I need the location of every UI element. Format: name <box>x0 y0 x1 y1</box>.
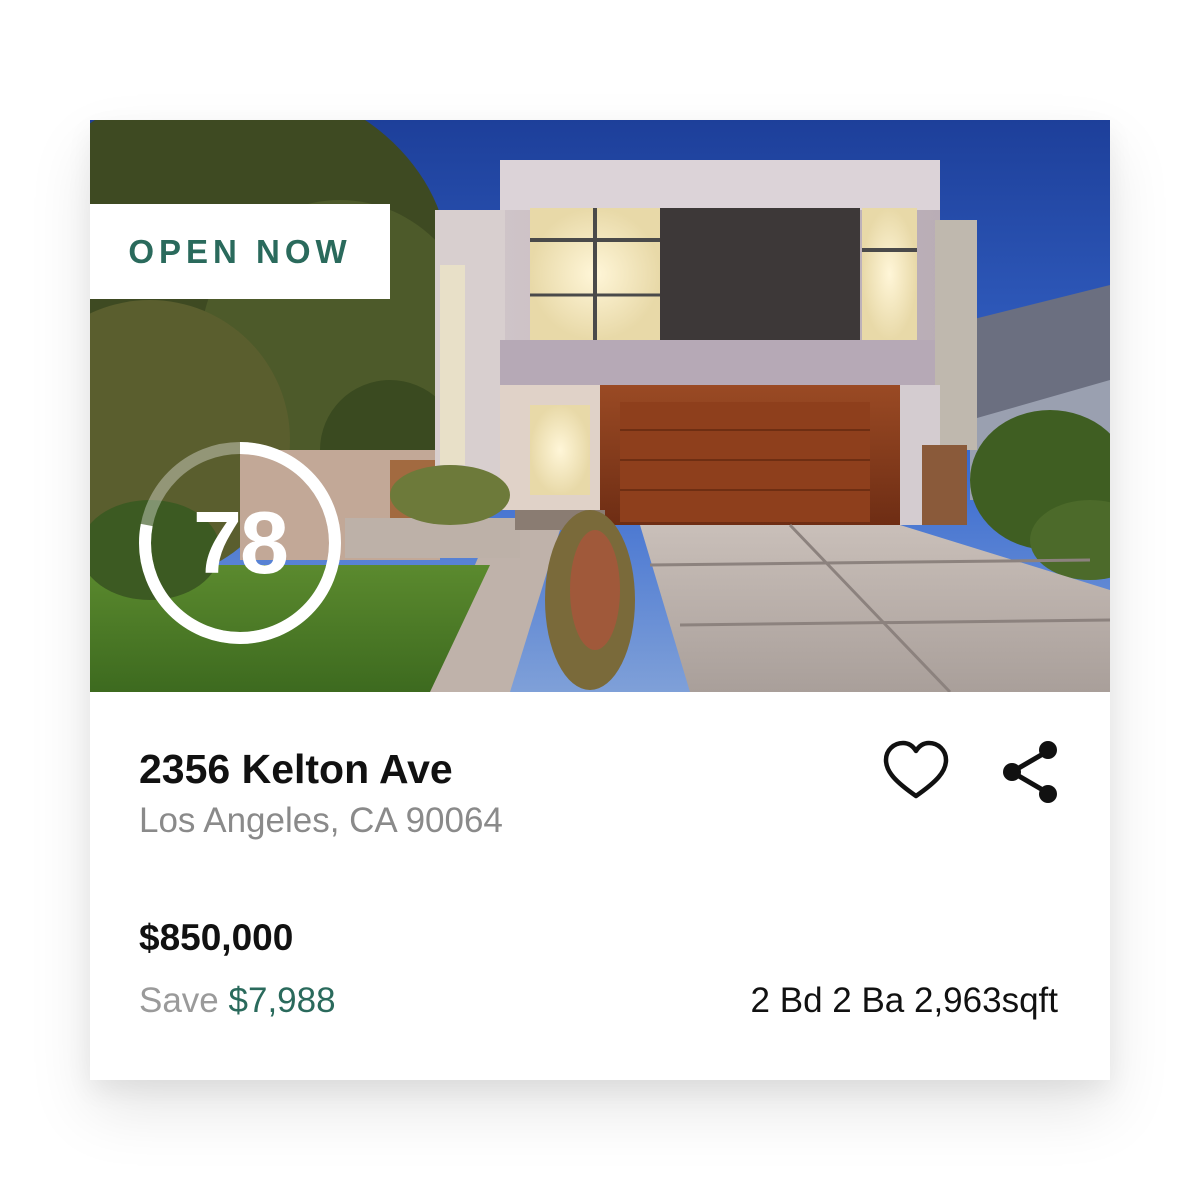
favorite-button[interactable] <box>882 738 950 806</box>
listing-address[interactable]: 2356 Kelton Ave <box>139 746 453 793</box>
listing-city: Los Angeles, CA 90064 <box>139 801 503 840</box>
share-button[interactable] <box>998 738 1066 806</box>
score-value: 78 <box>193 493 289 592</box>
share-icon <box>1003 741 1057 803</box>
save-amount: $7,988 <box>228 981 336 1020</box>
listing-specs: 2 Bd 2 Ba 2,963sqft <box>750 981 1058 1020</box>
savings-row: Save $7,988 <box>139 981 336 1021</box>
listing-price: $850,000 <box>139 917 294 958</box>
listing-card[interactable]: OPEN NOW 78 2356 Kelton Ave Los Angeles,… <box>90 120 1110 1080</box>
open-now-badge: OPEN NOW <box>90 204 390 299</box>
badge-label: OPEN NOW <box>128 232 352 270</box>
score-ring: 78 <box>134 437 346 649</box>
save-label: Save <box>139 981 219 1020</box>
heart-icon <box>883 740 949 799</box>
